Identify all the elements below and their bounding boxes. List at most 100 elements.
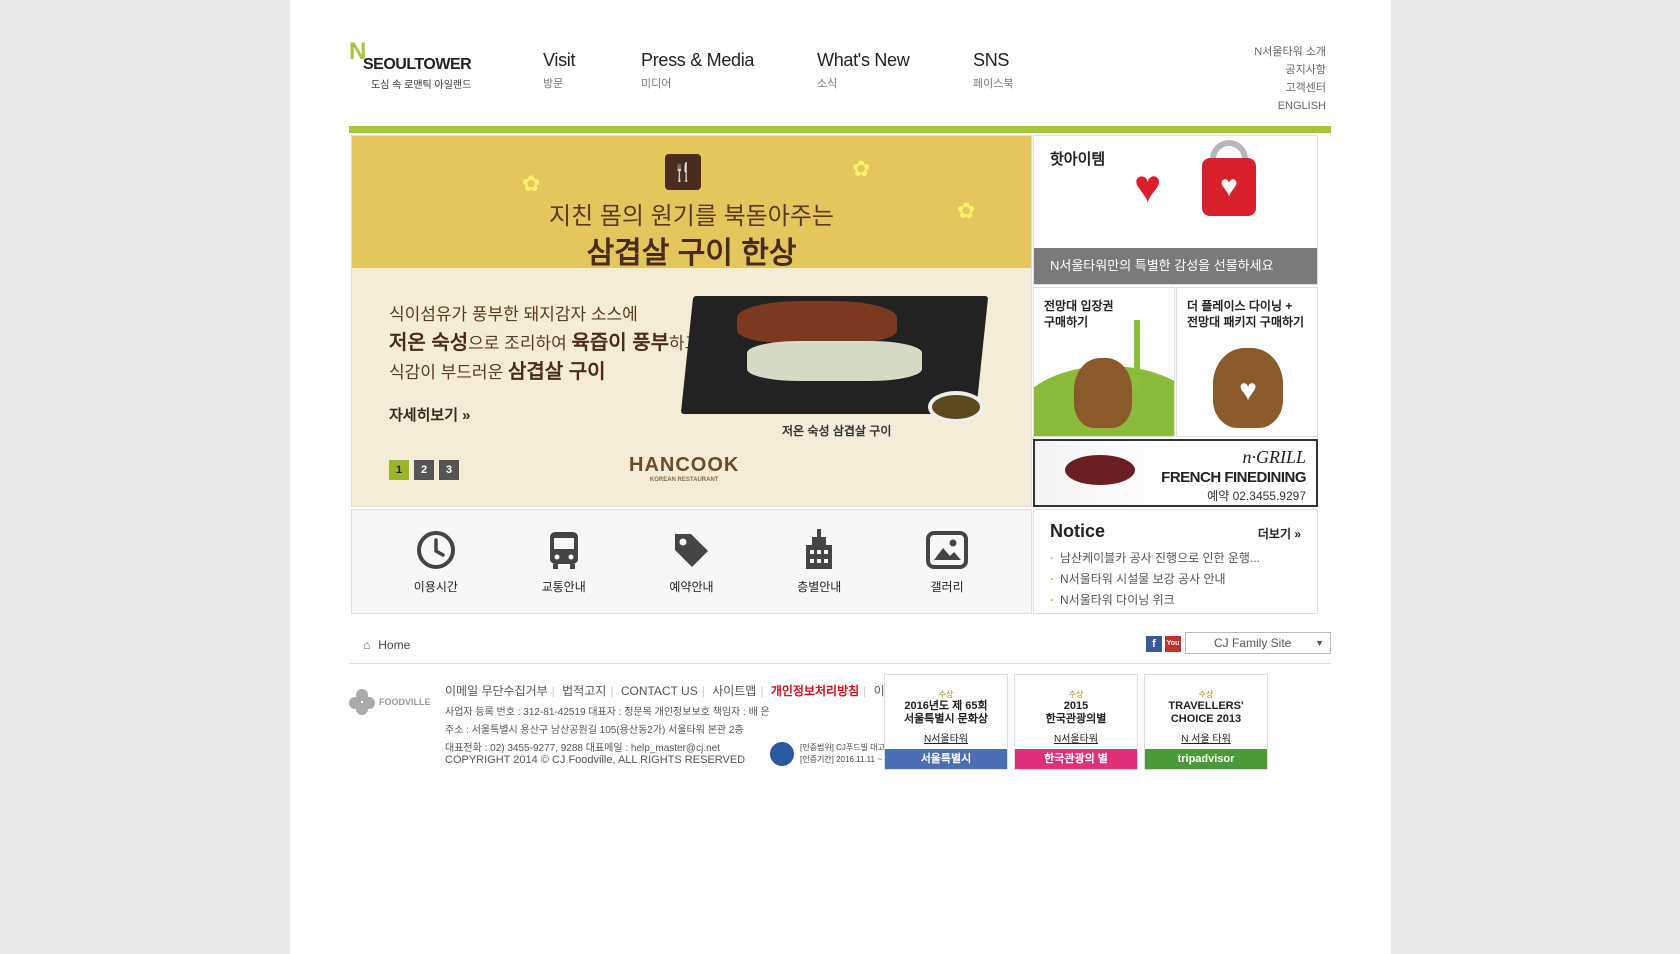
gnb-label-ko: 페이스북 [973,78,1014,90]
gnb-label-en: Visit [543,50,576,70]
salad-image [747,341,922,381]
gnb-label-en: What's New [817,50,910,70]
emphasis: 육즙이 풍부 [571,332,670,354]
clock-icon [414,528,458,572]
logo-tagline: 도심 속 로맨틱 아일랜드 [371,80,472,91]
dining-package-card[interactable]: 더 플레이스 다이닝 + 전망대 패키지 구매하기 ♥ [1176,287,1318,437]
banner-headline: 지친 몸의 원기를 북돋아주는 [549,203,834,230]
ngrill-logo: n·GRILL [1242,447,1306,467]
emphasis: 삼겹살 구이 [507,361,606,383]
util-link-about[interactable]: N서울타워 소개 [1254,43,1326,61]
utility-menu: N서울타워 소개 공지사항 고객센터 ENGLISH [1254,43,1326,115]
bus-icon [542,528,586,572]
quick-gallery[interactable]: 갤러리 [897,528,997,595]
heart-key-icon: ♥ [1134,160,1162,212]
pager-button-3[interactable]: 3 [439,460,459,480]
main-banner[interactable]: ✿ ✿ ✿ 🍴 지친 몸의 원기를 북돋아주는 삼겹살 구이 한상 식이섬유가 … [351,135,1032,507]
header-divider [349,126,1331,133]
certification-seal-icon [770,742,794,766]
quick-menu: 이용시간 교통안내 예약안내 층별안내 갤러리 [351,509,1032,614]
quick-reservation[interactable]: 예약안내 [641,528,741,595]
notice-panel: Notice 더보기 » 남산케이블카 공사 진행으로 인한 운행... N서울… [1033,509,1318,614]
location-bar: ⌂ Home f You CJ Family Site ▼ [349,632,1331,664]
notice-title: Notice [1050,521,1106,541]
text: 으로 조리하여 [468,334,572,353]
award-line1: 2016년도 제 65회 [904,700,988,712]
facebook-icon[interactable]: f [1146,636,1162,652]
brand-sub: KOREAN RESTAURANT [649,477,719,483]
banner-title: 삼겹살 구이 한상 [586,237,797,270]
quick-label: 갤러리 [930,580,964,594]
quick-label: 예약안내 [669,580,714,594]
footer-link-privacy[interactable]: 개인정보처리방침 [771,684,859,698]
notice-more-link[interactable]: 더보기 » [1258,525,1301,542]
quick-label: 층별안내 [797,580,842,594]
footer-link-email-refusal[interactable]: 이메일 무단수집거부 [445,684,548,698]
flower-decoration: ✿ [522,171,541,196]
gnb-visit[interactable]: Visit 방문 [543,50,575,91]
banner-copy-line1: 식이섬유가 풍부한 돼지감자 소스에 [389,305,638,324]
family-site-select[interactable]: CJ Family Site ▼ [1185,632,1331,654]
hot-item-panel[interactable]: 핫아이템 ♥ ♥ N서울타워만의 특별한 감성을 선물하세요 [1033,135,1318,285]
breadcrumb-home: Home [378,638,411,652]
banner-more-link[interactable]: 자세히보기 » [389,404,471,425]
footer-link-legal[interactable]: 법적고지 [562,684,606,698]
gnb-press-media[interactable]: Press & Media 미디어 [641,50,754,91]
quick-label: 교통안내 [541,580,586,594]
footer-link-sitemap[interactable]: 사이트맵 [712,684,756,698]
page-container: N SEOULTOWER 도심 속 로맨틱 아일랜드 Visit 방문 Pres… [290,0,1391,954]
company-info-line1: 사업자 등록 번호 : 312-81-42519 대표자 : 정문목 개인정보보… [445,707,770,718]
bear-illustration: ♥ [1213,348,1283,428]
notice-list: 남산케이블카 공사 진행으로 인한 운행... N서울타워 시설물 보강 공사 … [1050,548,1260,611]
tag-icon [669,528,713,572]
hot-item-caption: N서울타워만의 특별한 감성을 선물하세요 [1034,248,1317,284]
company-info: 사업자 등록 번호 : 312-81-42519 대표자 : 정문목 개인정보보… [445,704,770,758]
notice-item[interactable]: 남산케이블카 공사 진행으로 인한 운행... [1050,548,1260,569]
separator: | [610,684,614,698]
hancook-logo: HANCOOK KOREAN RESTAURANT [629,454,739,483]
pager-button-1[interactable]: 1 [389,460,409,480]
util-link-notice[interactable]: 공지사항 [1254,61,1326,79]
card-title: 더 플레이스 다이닝 + 전망대 패키지 구매하기 [1187,298,1304,330]
breadcrumb[interactable]: ⌂ Home [363,638,410,652]
award-org: N서울타워 [1053,734,1099,745]
copyright: COPYRIGHT 2014 © CJ Foodville, ALL RIGHT… [445,754,746,766]
chevron-down-icon: ▼ [1315,638,1324,648]
brand-name: HANCOOK [629,454,740,476]
gnb-label-ko: 방문 [543,78,564,90]
separator: | [551,684,555,698]
card-title-line2: 전망대 패키지 구매하기 [1187,315,1305,329]
util-link-customer-center[interactable]: 고객센터 [1254,79,1326,97]
quick-transport[interactable]: 교통안내 [514,528,614,595]
notice-item[interactable]: N서울타워 다이닝 위크 [1050,590,1260,611]
site-logo[interactable]: N SEOULTOWER 도심 속 로맨틱 아일랜드 [349,40,479,92]
observatory-ticket-card[interactable]: 전망대 입장권 구매하기 [1033,287,1175,437]
award-issuer: 한국관광의 별 [1015,749,1137,769]
ngrill-reservation: 예약 02.3455.9297 [1207,489,1306,503]
youtube-icon[interactable]: You [1165,636,1181,652]
util-link-english[interactable]: ENGLISH [1254,97,1326,115]
quick-floor-guide[interactable]: 층별안내 [769,528,869,595]
steak-image [1065,455,1135,485]
card-title-line1: 더 플레이스 다이닝 + [1187,299,1293,313]
award-line2: CHOICE 2013 [1170,713,1242,725]
notice-item[interactable]: N서울타워 시설물 보강 공사 안내 [1050,569,1260,590]
flower-decoration: ✿ [852,156,871,181]
award-issuer: 서울특별시 [885,749,1007,769]
award-label: 수상 [1068,690,1084,699]
cupid-bear-illustration [1074,358,1132,428]
gnb-label-en: SNS [973,50,1010,70]
gnb-sns[interactable]: SNS 페이스북 [973,50,1013,91]
footer-link-contact[interactable]: CONTACT US [621,684,698,698]
card-title-line1: 전망대 입장권 [1044,299,1114,313]
award-label: 수상 [938,690,954,699]
quick-hours[interactable]: 이용시간 [386,528,486,595]
cj-foodville-logo: FOODVILLE [349,687,439,717]
cutlery-icon: 🍴 [665,154,701,190]
ngrill-banner[interactable]: n·GRILL FRENCH FINEDINING 예약 02.3455.929… [1033,439,1318,507]
quick-label: 이용시간 [413,580,458,594]
love-lock-icon: ♥ [1202,158,1256,216]
pork-belly-image [737,301,897,343]
pager-button-2[interactable]: 2 [414,460,434,480]
gnb-whats-new[interactable]: What's New 소식 [817,50,910,91]
